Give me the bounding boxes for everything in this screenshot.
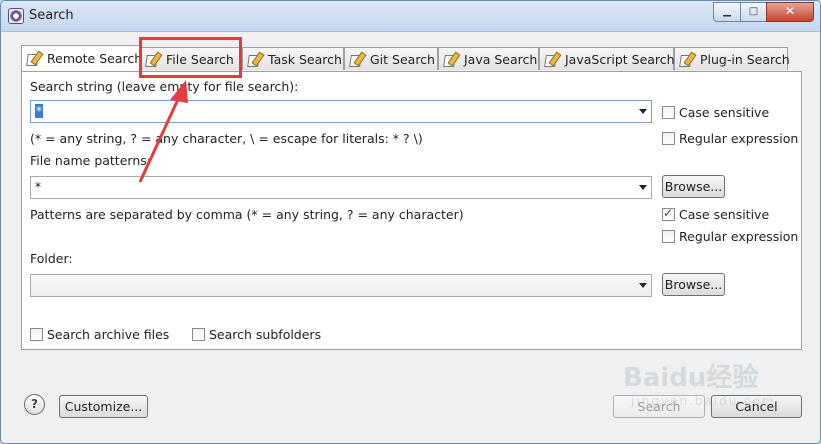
tab-remote-search[interactable]: Remote Search <box>21 45 142 71</box>
search-string-hint: (* = any string, ? = any character, \ = … <box>30 131 423 146</box>
plugin-search-icon <box>679 52 695 67</box>
minimize-button[interactable]: ▁ <box>713 2 741 22</box>
tab-javascript-search[interactable]: JavaScript Search <box>539 47 675 70</box>
customize-button[interactable]: Customize... <box>59 395 148 418</box>
dropdown-arrow-icon[interactable] <box>639 185 647 190</box>
window-title: Search <box>29 8 74 23</box>
eclipse-app-icon <box>8 8 24 24</box>
tab-task-search[interactable]: Task Search <box>242 47 344 70</box>
task-search-icon <box>247 52 263 67</box>
title-bar: Search ▁ □ ✕ <box>1 1 820 32</box>
tab-java-search[interactable]: Java Search <box>438 47 539 70</box>
search-subfolders-checkbox[interactable]: Search subfolders <box>192 327 321 342</box>
file-patterns-value: * <box>35 180 41 194</box>
file-patterns-label: File name patterns: <box>30 153 151 168</box>
tab-git-search[interactable]: Git Search <box>344 47 438 70</box>
search-string-value: * <box>35 104 43 118</box>
java-search-icon <box>443 52 459 67</box>
dropdown-arrow-icon[interactable] <box>639 109 647 114</box>
file-search-highlight-box <box>139 37 242 78</box>
tab-plugin-search[interactable]: Plug-in Search <box>674 47 790 70</box>
search-dialog: Search ▁ □ ✕ Remote Search File Search T… <box>0 0 821 444</box>
help-icon[interactable]: ? <box>24 394 45 415</box>
checkbox-box[interactable] <box>30 328 43 341</box>
search-string-combo[interactable]: * <box>30 100 652 123</box>
folder-browse-button[interactable]: Browse... <box>662 273 725 296</box>
folder-label: Folder: <box>30 251 73 266</box>
file-patterns-hint: Patterns are separated by comma (* = any… <box>30 207 464 222</box>
baidu-watermark: Baidu经验 jingyan.baidu.com <box>623 363 776 408</box>
checkbox-box[interactable] <box>192 328 205 341</box>
javascript-search-icon <box>544 52 560 67</box>
checkbox-box-checked[interactable] <box>662 206 675 221</box>
file-patterns-browse-button[interactable]: Browse... <box>662 175 725 198</box>
patterns-regex-checkbox[interactable]: Regular expression <box>662 229 798 244</box>
search-tab-icon <box>26 51 42 66</box>
search-panel: Search string (leave empty for file sear… <box>21 71 802 350</box>
search-regex-checkbox[interactable]: Regular expression <box>662 131 798 146</box>
git-search-icon <box>349 52 365 67</box>
search-archive-files-checkbox[interactable]: Search archive files <box>30 327 169 342</box>
search-case-sensitive-checkbox[interactable]: Case sensitive <box>662 105 769 120</box>
search-string-label: Search string (leave empty for file sear… <box>30 79 299 94</box>
checkbox-box[interactable] <box>662 230 675 243</box>
dropdown-arrow-icon[interactable] <box>639 283 647 288</box>
patterns-case-sensitive-checkbox[interactable]: Case sensitive <box>662 206 769 222</box>
folder-combo[interactable] <box>30 274 652 297</box>
file-patterns-combo[interactable]: * <box>30 176 652 199</box>
close-button[interactable]: ✕ <box>766 2 814 22</box>
checkbox-box[interactable] <box>662 106 675 119</box>
checkbox-box[interactable] <box>662 132 675 145</box>
maximize-button[interactable]: □ <box>740 2 767 22</box>
